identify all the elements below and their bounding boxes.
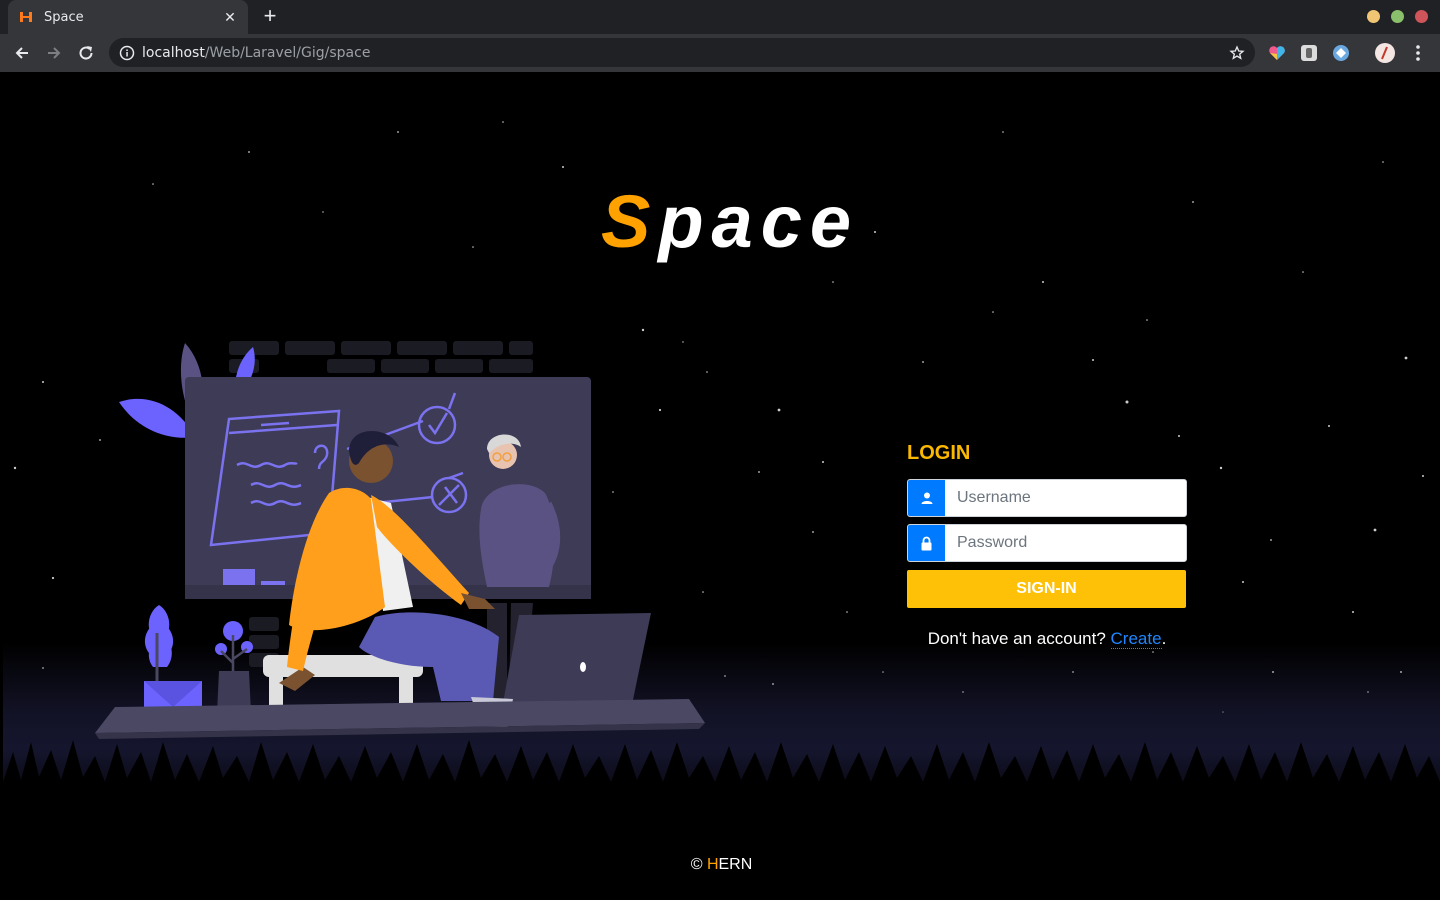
- reload-icon: [79, 46, 93, 60]
- minimize-button[interactable]: [1367, 10, 1380, 23]
- close-window-button[interactable]: [1415, 10, 1428, 23]
- extension-heart-icon[interactable]: [1266, 42, 1288, 64]
- login-form: LOGIN SIGN-IN Don't have an account? Cre…: [907, 442, 1187, 649]
- login-title: LOGIN: [907, 442, 971, 464]
- browser-chrome: Space ✕ + localhost/Web/Laravel/Gig/spac…: [0, 0, 1440, 72]
- create-account-link[interactable]: Create: [1110, 629, 1162, 649]
- url-text: localhost/Web/Laravel/Gig/space: [142, 45, 1219, 61]
- brand-rest: pace: [658, 180, 860, 263]
- tab-close-icon[interactable]: ✕: [222, 9, 238, 26]
- copyright-symbol: ©: [690, 856, 707, 873]
- site-favicon-icon: [20, 12, 32, 22]
- extension-hand-icon[interactable]: [1298, 42, 1320, 64]
- password-input[interactable]: [945, 525, 1186, 561]
- url-path: /Web/Laravel/Gig/space: [204, 44, 371, 61]
- footer-name: ERN: [718, 856, 753, 873]
- password-field-group: [907, 524, 1187, 562]
- window-controls: [1367, 10, 1428, 23]
- url-host: localhost: [142, 44, 205, 61]
- profile-avatar[interactable]: [1374, 42, 1396, 64]
- username-field-group: [907, 479, 1187, 517]
- forward-button[interactable]: [40, 39, 68, 67]
- tab-title: Space: [44, 9, 84, 25]
- bookmark-star-icon[interactable]: [1219, 38, 1255, 67]
- maximize-button[interactable]: [1391, 10, 1404, 23]
- user-icon: [908, 480, 945, 516]
- back-button[interactable]: [8, 39, 36, 67]
- extension-diamond-icon[interactable]: [1330, 42, 1352, 64]
- forward-arrow-icon: [48, 47, 61, 59]
- tab-space[interactable]: Space ✕: [8, 0, 248, 34]
- signup-prompt-text: Don't have an account?: [927, 629, 1111, 648]
- lock-icon: [908, 525, 945, 561]
- username-input[interactable]: [945, 480, 1186, 516]
- footer: © HERN: [3, 856, 1440, 874]
- signup-prompt: Don't have an account? Create.: [907, 629, 1187, 649]
- browser-toolbar: localhost/Web/Laravel/Gig/space: [0, 34, 1440, 72]
- reload-button[interactable]: [72, 39, 100, 67]
- site-info-icon[interactable]: [119, 45, 135, 61]
- page-viewport: Space LOGIN Username SIGN-IN Don't have …: [3, 72, 1440, 900]
- hero-illustration: [95, 341, 705, 739]
- signup-prompt-end: .: [1161, 629, 1167, 648]
- footer-accent-letter: H: [706, 856, 719, 873]
- sign-in-button[interactable]: SIGN-IN: [907, 570, 1186, 608]
- new-tab-button[interactable]: +: [258, 5, 282, 29]
- browser-menu-icon[interactable]: [1407, 42, 1429, 64]
- tab-strip: Space ✕ +: [0, 0, 1440, 34]
- brand-first-letter: S: [601, 180, 659, 263]
- brand-logo: Space: [601, 185, 859, 259]
- back-arrow-icon: [15, 47, 28, 59]
- address-bar[interactable]: localhost/Web/Laravel/Gig/space: [109, 38, 1255, 67]
